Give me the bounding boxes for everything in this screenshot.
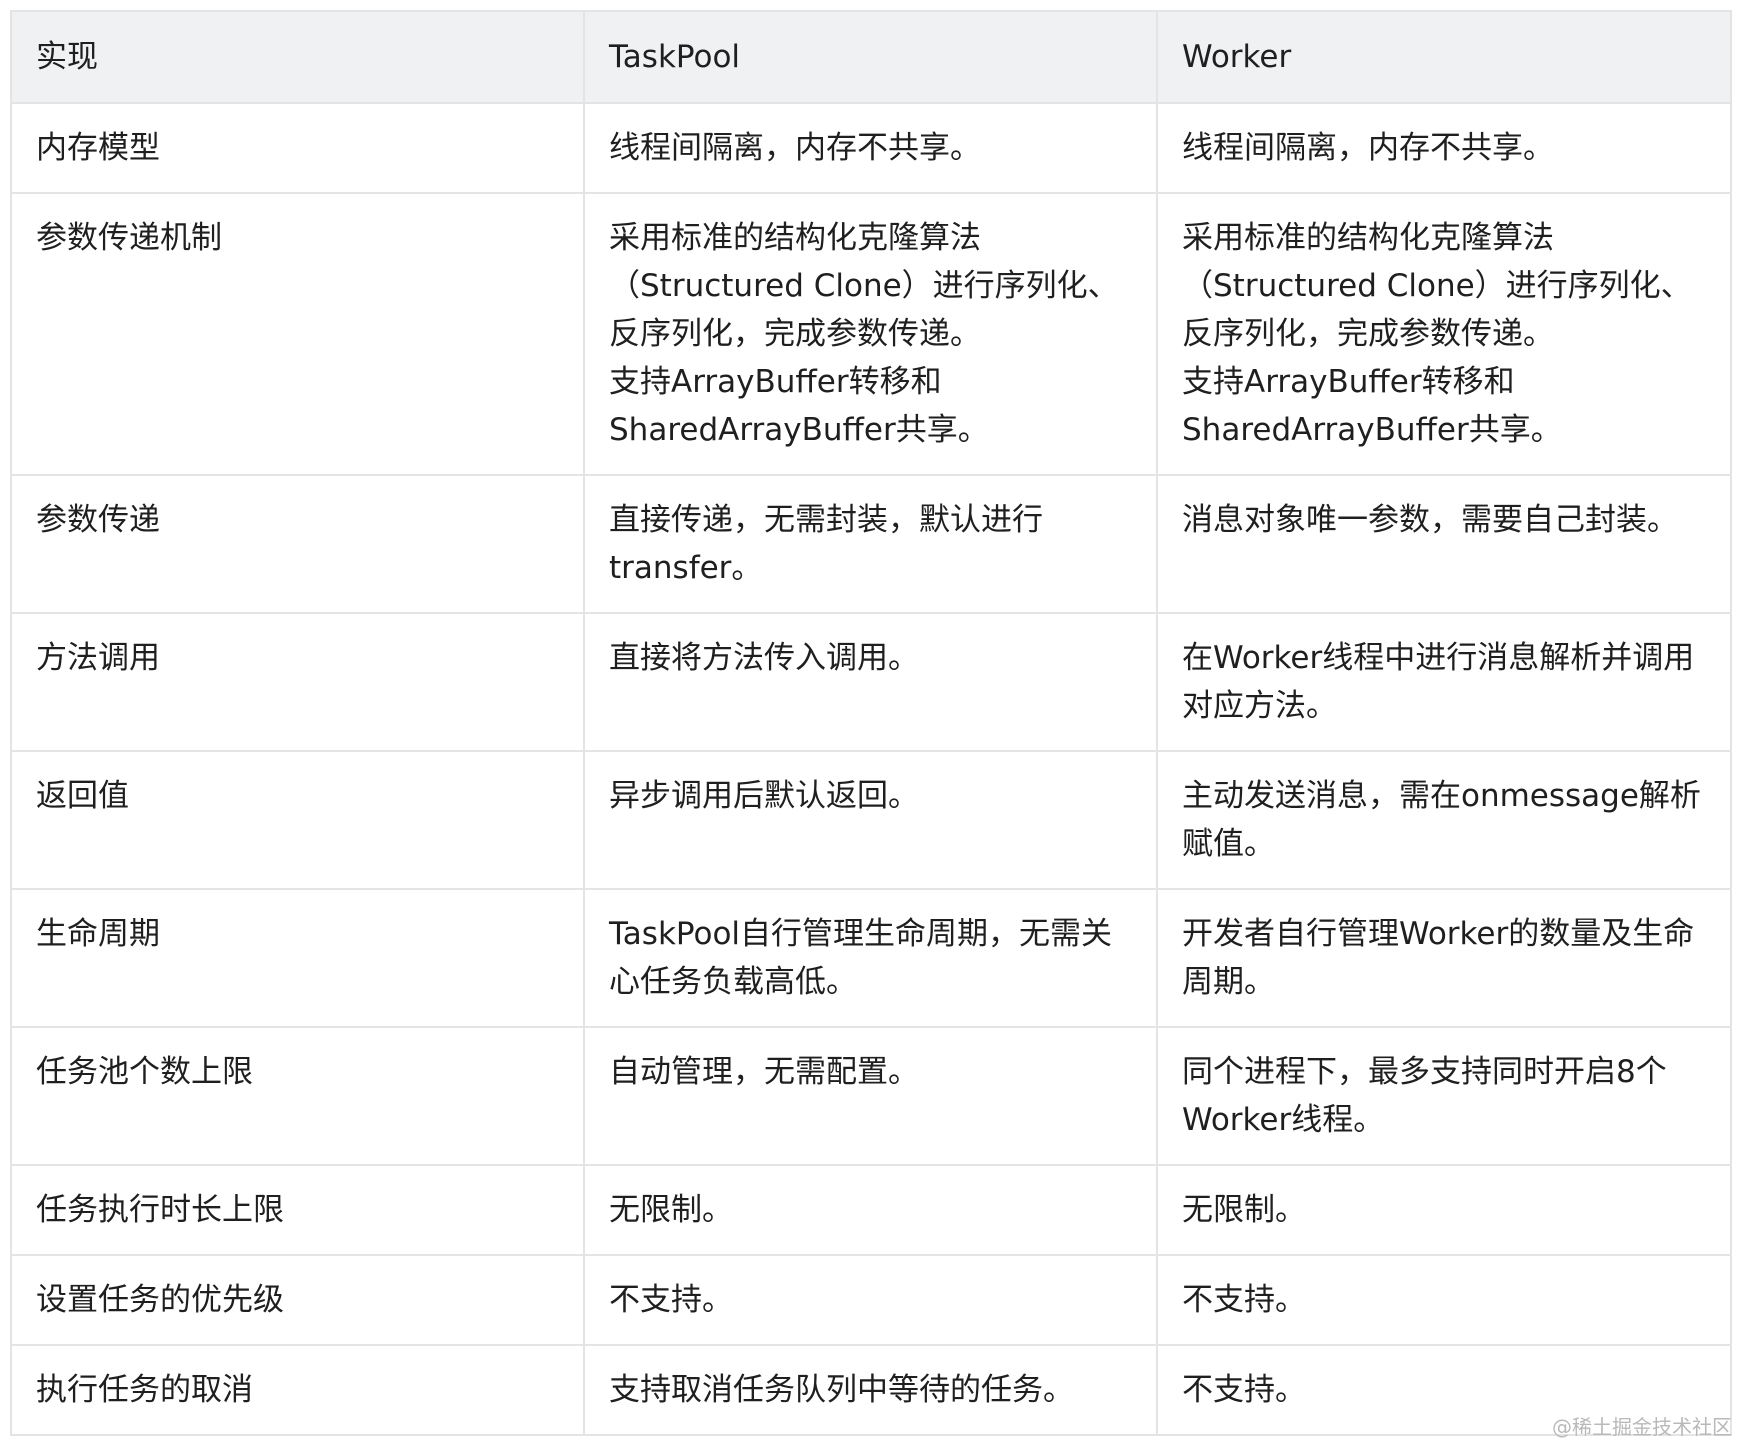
table-row: 任务执行时长上限 无限制。 无限制。 [10, 1164, 1732, 1256]
cell-text-line: 参数传递机制 [36, 220, 222, 256]
cell-taskpool: 自动管理，无需配置。 [583, 1026, 1158, 1166]
cell-text-line: 消息对象唯一参数，需要自己封装。 [1182, 502, 1678, 538]
cell-worker: 在Worker线程中进行消息解析并调用 对应方法。 [1156, 612, 1732, 752]
cell-text-line: 异步调用后默认返回。 [609, 778, 919, 814]
cell-worker: 消息对象唯一参数，需要自己封装。 [1156, 474, 1732, 614]
cell-worker: 不支持。 [1156, 1254, 1732, 1346]
watermark-text: @稀土掘金技术社区 [1552, 1415, 1732, 1439]
cell-taskpool: 异步调用后默认返回。 [583, 750, 1158, 890]
cell-feature: 返回值 [10, 750, 585, 890]
table-row: 任务池个数上限 自动管理，无需配置。 同个进程下，最多支持同时开启8个 Worker线… [10, 1026, 1732, 1166]
cell-worker: 无限制。 [1156, 1164, 1732, 1256]
cell-text-line: 线程间隔离，内存不共享。 [1182, 130, 1554, 166]
cell-text-line: 线程间隔离，内存不共享。 [609, 130, 981, 166]
cell-feature: 设置任务的优先级 [10, 1254, 585, 1346]
header-feature: 实现 [10, 10, 585, 104]
table-row: 设置任务的优先级 不支持。 不支持。 [10, 1254, 1732, 1346]
comparison-table: 实现 TaskPool Worker 内存模型 线程间隔离，内存不共享。 线程间隔离… [10, 10, 1732, 1436]
cell-text-line: 直接将方法传入调用。 [609, 640, 919, 676]
table-row: 参数传递机制 采用标准的结构化克隆算法 （Structured Clone）进行序列… [10, 192, 1732, 476]
cell-text-line: 执行任务的取消 [36, 1372, 253, 1408]
table-row: 参数传递 直接传递，无需封装，默认进行 transfer。 消息对象唯一参数，需要自己… [10, 474, 1732, 614]
cell-text-line: 任务执行时长上限 [36, 1192, 284, 1228]
cell-text-line: 直接传递，无需封装，默认进行 [609, 502, 1043, 538]
cell-taskpool: 线程间隔离，内存不共享。 [583, 102, 1158, 194]
cell-text-line: 设置任务的优先级 [36, 1282, 284, 1318]
cell-taskpool: 支持取消任务队列中等待的任务。 [583, 1344, 1158, 1436]
cell-text-line: 赋值。 [1182, 826, 1275, 862]
cell-text-line: 反序列化，完成参数传递。 [1182, 316, 1554, 352]
cell-text-line: （Structured Clone）进行序列化、 [1182, 268, 1692, 304]
cell-feature: 参数传递机制 [10, 192, 585, 476]
cell-taskpool: 直接传递，无需封装，默认进行 transfer。 [583, 474, 1158, 614]
cell-text-line: 任务池个数上限 [36, 1054, 253, 1090]
table-body: 内存模型 线程间隔离，内存不共享。 线程间隔离，内存不共享。参数传递机制 采用标准的结… [10, 102, 1732, 1436]
cell-text-line: 支持ArrayBuffer转移和 [1182, 364, 1515, 400]
cell-text-line: 在Worker线程中进行消息解析并调用 [1182, 640, 1695, 676]
cell-taskpool: 直接将方法传入调用。 [583, 612, 1158, 752]
cell-feature: 任务池个数上限 [10, 1026, 585, 1166]
cell-text-line: 对应方法。 [1182, 688, 1337, 724]
table-row: 生命周期 TaskPool自行管理生命周期，无需关 心任务负载高低。 开发者自行管理W… [10, 888, 1732, 1028]
cell-text-line: 不支持。 [609, 1282, 733, 1318]
cell-text-line: 支持取消任务队列中等待的任务。 [609, 1372, 1074, 1408]
cell-text-line: 生命周期 [36, 916, 160, 952]
table-row: 返回值 异步调用后默认返回。 主动发送消息，需在onmessage解析 赋值。 [10, 750, 1732, 890]
cell-text-line: 主动发送消息，需在onmessage解析 [1182, 778, 1701, 814]
cell-text-line: 方法调用 [36, 640, 160, 676]
cell-worker: 主动发送消息，需在onmessage解析 赋值。 [1156, 750, 1732, 890]
cell-taskpool: 不支持。 [583, 1254, 1158, 1346]
cell-worker: 开发者自行管理Worker的数量及生命 周期。 [1156, 888, 1732, 1028]
cell-text-line: 无限制。 [1182, 1192, 1306, 1228]
cell-text-line: 参数传递 [36, 502, 160, 538]
cell-text-line: 自动管理，无需配置。 [609, 1054, 919, 1090]
cell-feature: 任务执行时长上限 [10, 1164, 585, 1256]
cell-feature: 参数传递 [10, 474, 585, 614]
cell-worker: 采用标准的结构化克隆算法 （Structured Clone）进行序列化、 反序列化… [1156, 192, 1732, 476]
cell-text-line: 同个进程下，最多支持同时开启8个 [1182, 1054, 1667, 1090]
cell-text-line: TaskPool自行管理生命周期，无需关 [609, 916, 1113, 952]
cell-text-line: 返回值 [36, 778, 129, 814]
cell-text-line: Worker线程。 [1182, 1102, 1385, 1138]
header-worker: Worker [1156, 10, 1732, 104]
cell-text-line: 开发者自行管理Worker的数量及生命 [1182, 916, 1695, 952]
cell-feature: 内存模型 [10, 102, 585, 194]
cell-text-line: 周期。 [1182, 964, 1275, 1000]
cell-text-line: 内存模型 [36, 130, 160, 166]
cell-feature: 执行任务的取消 [10, 1344, 585, 1436]
cell-text-line: 反序列化，完成参数传递。 [609, 316, 981, 352]
table-row: 方法调用 直接将方法传入调用。 在Worker线程中进行消息解析并调用 对应方法。 [10, 612, 1732, 752]
cell-worker: 同个进程下，最多支持同时开启8个 Worker线程。 [1156, 1026, 1732, 1166]
cell-taskpool: 采用标准的结构化克隆算法 （Structured Clone）进行序列化、 反序列化… [583, 192, 1158, 476]
cell-text-line: 心任务负载高低。 [609, 964, 857, 1000]
comparison-table-wrapper: 实现 TaskPool Worker 内存模型 线程间隔离，内存不共享。 线程间隔离… [10, 10, 1732, 1436]
cell-taskpool: 无限制。 [583, 1164, 1158, 1256]
cell-text-line: （Structured Clone）进行序列化、 [609, 268, 1119, 304]
table-row: 执行任务的取消 支持取消任务队列中等待的任务。 不支持。 [10, 1344, 1732, 1436]
cell-text-line: SharedArrayBuffer共享。 [609, 412, 989, 448]
cell-text-line: 不支持。 [1182, 1282, 1306, 1318]
cell-text-line: 不支持。 [1182, 1372, 1306, 1408]
cell-feature: 生命周期 [10, 888, 585, 1028]
cell-text-line: 采用标准的结构化克隆算法 [1182, 220, 1554, 256]
cell-text-line: SharedArrayBuffer共享。 [1182, 412, 1562, 448]
cell-worker: 线程间隔离，内存不共享。 [1156, 102, 1732, 194]
cell-text-line: transfer。 [609, 550, 763, 586]
cell-text-line: 无限制。 [609, 1192, 733, 1228]
cell-feature: 方法调用 [10, 612, 585, 752]
cell-text-line: 采用标准的结构化克隆算法 [609, 220, 981, 256]
table-row: 内存模型 线程间隔离，内存不共享。 线程间隔离，内存不共享。 [10, 102, 1732, 194]
cell-taskpool: TaskPool自行管理生命周期，无需关 心任务负载高低。 [583, 888, 1158, 1028]
header-taskpool: TaskPool [583, 10, 1158, 104]
cell-text-line: 支持ArrayBuffer转移和 [609, 364, 942, 400]
table-header-row: 实现 TaskPool Worker [10, 10, 1732, 104]
